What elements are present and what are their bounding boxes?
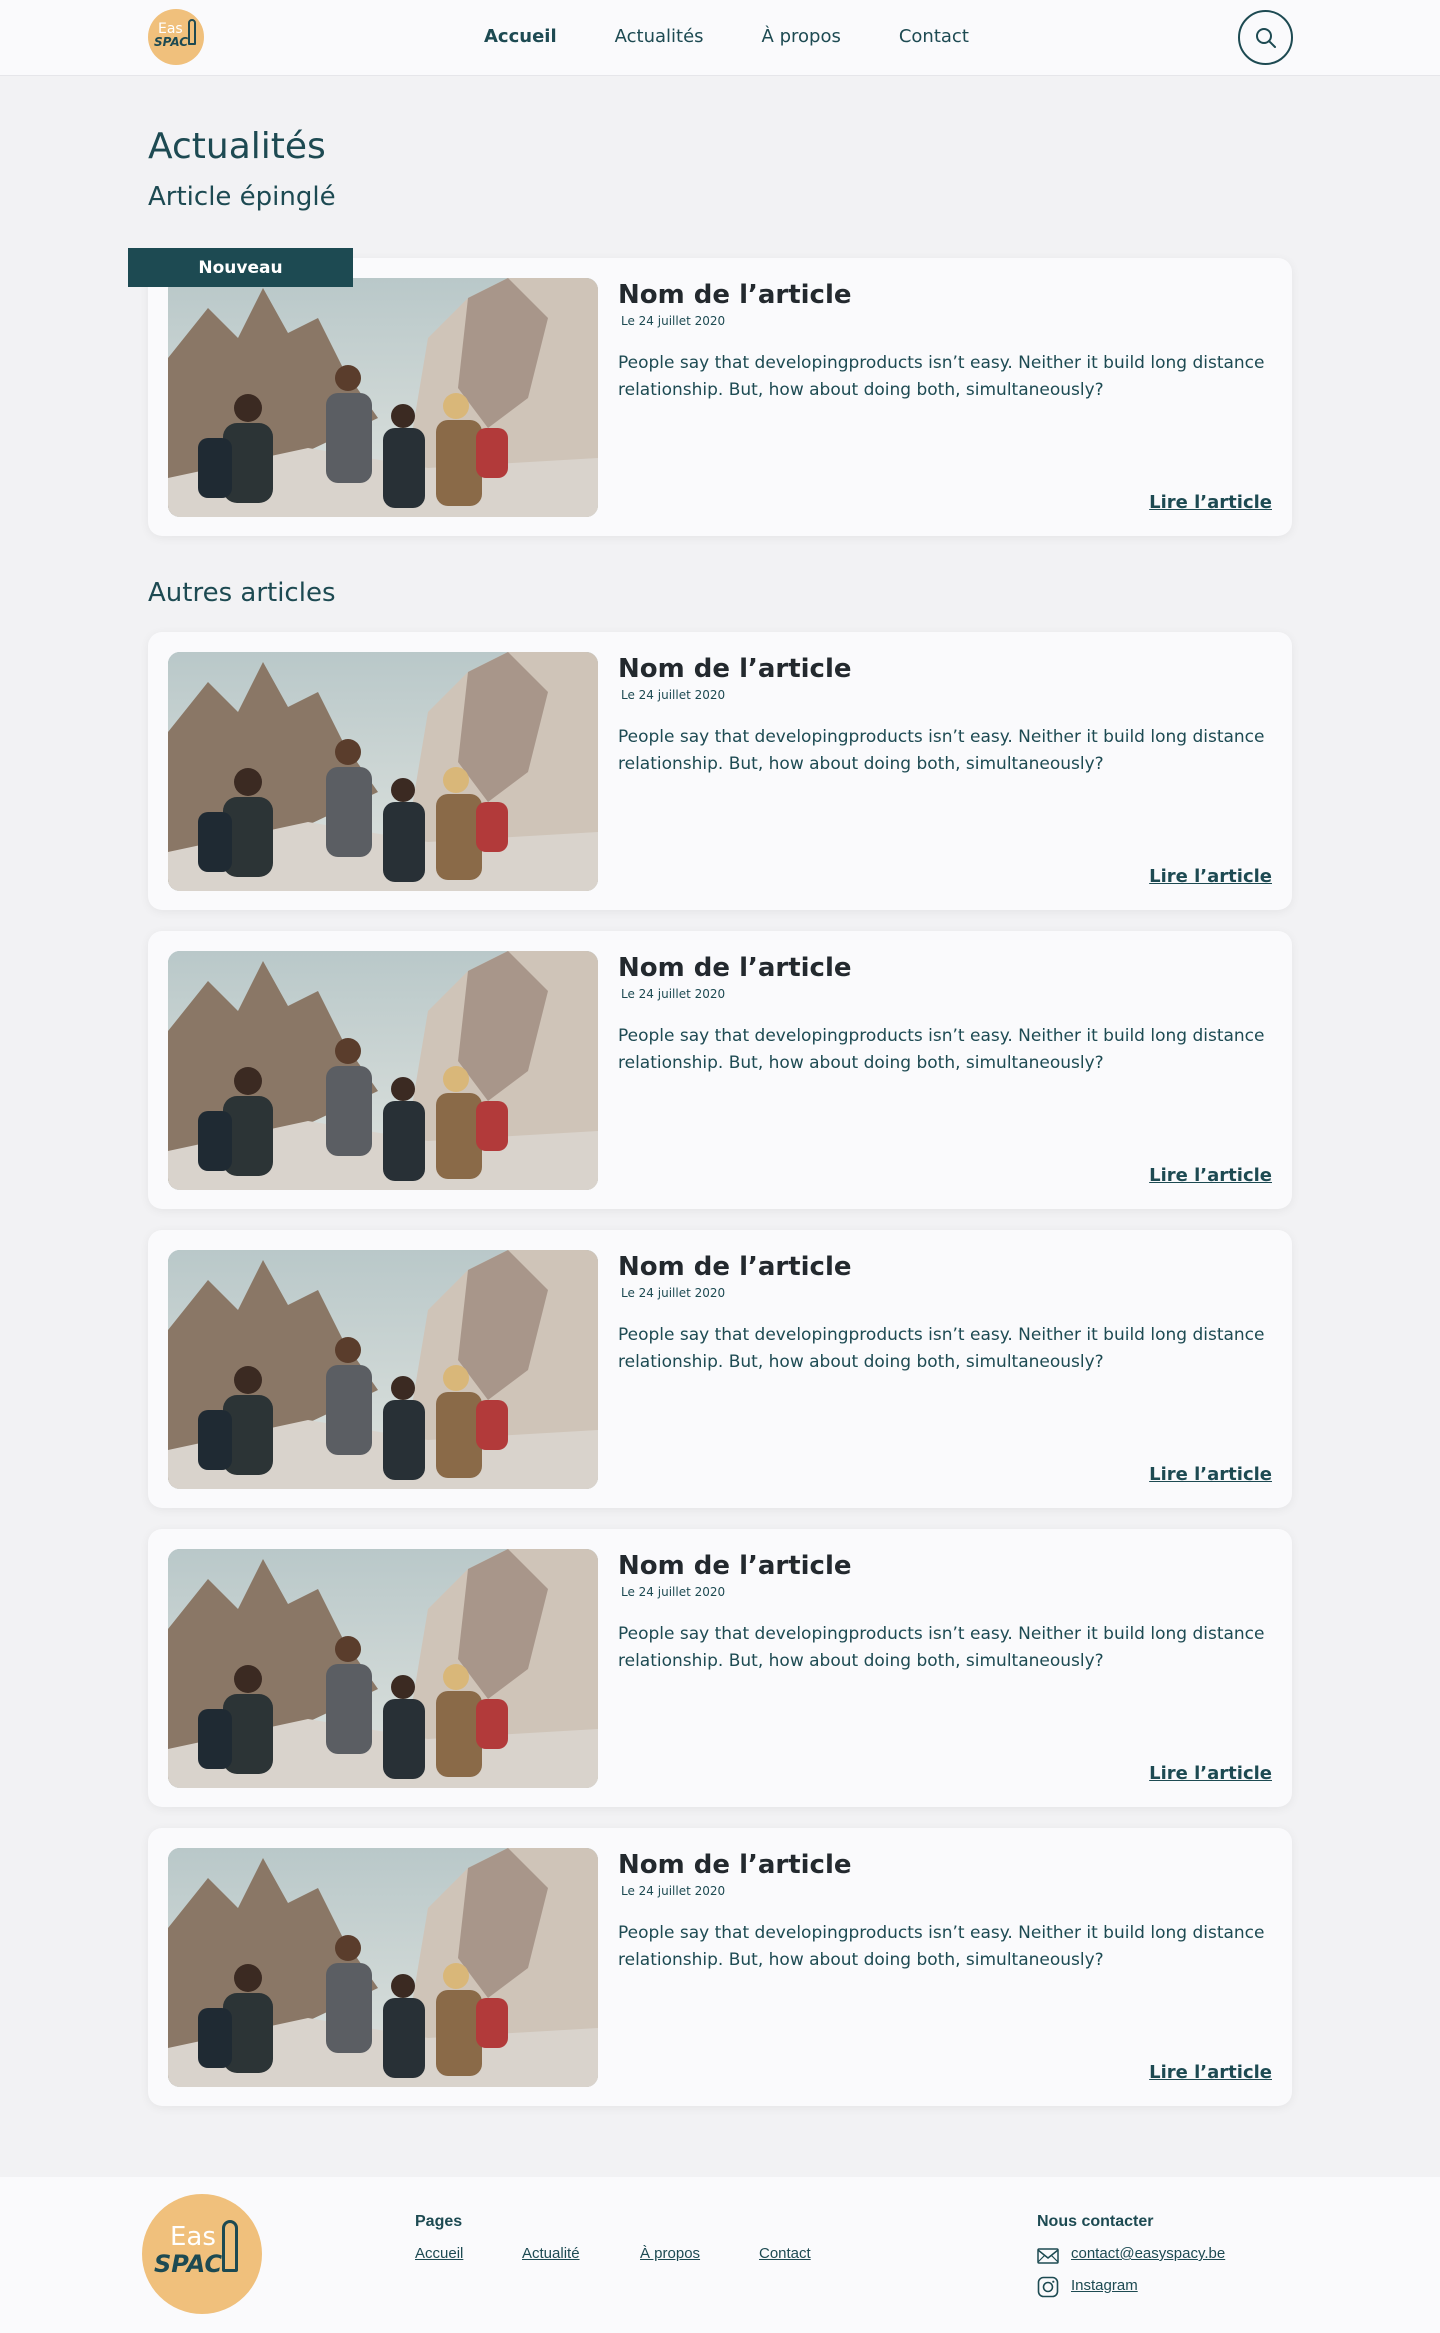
read-article-link[interactable]: Lire l’article bbox=[1149, 866, 1272, 887]
footer-logo[interactable]: Eas SPAC bbox=[142, 2194, 262, 2314]
read-article-link[interactable]: Lire l’article bbox=[1149, 1165, 1272, 1186]
logo[interactable]: Eas SPAC bbox=[148, 9, 204, 65]
article-image bbox=[168, 652, 598, 891]
article-card: Nom de l’article Le 24 juillet 2020 Peop… bbox=[148, 1828, 1292, 2106]
logo-text-bottom: SPAC bbox=[154, 2250, 223, 2278]
site-header: Eas SPAC Accueil Actualités À propos Con… bbox=[0, 0, 1440, 76]
article-excerpt: People say that developingproducts isn’t… bbox=[618, 1923, 1265, 1970]
article-date: Le 24 juillet 2020 bbox=[621, 1585, 726, 1599]
article-excerpt: People say that developingproducts isn’t… bbox=[618, 353, 1265, 400]
read-article-link[interactable]: Lire l’article bbox=[1149, 1763, 1272, 1784]
logo-text-top: Eas bbox=[170, 2222, 216, 2252]
search-button[interactable] bbox=[1238, 10, 1293, 65]
rocket-icon bbox=[188, 19, 196, 45]
article-image bbox=[168, 951, 598, 1190]
site-footer: Eas SPAC Pages Accueil Actualité À propo… bbox=[0, 2177, 1440, 2333]
article-excerpt: People say that developingproducts isn’t… bbox=[618, 1624, 1265, 1671]
article-date: Le 24 juillet 2020 bbox=[621, 1286, 726, 1300]
article-image bbox=[168, 278, 598, 517]
footer-pages-heading: Pages bbox=[415, 2213, 463, 2230]
article-image bbox=[168, 1549, 598, 1788]
read-article-link[interactable]: Lire l’article bbox=[1149, 1464, 1272, 1485]
search-icon bbox=[1255, 27, 1276, 48]
instagram-icon bbox=[1037, 2276, 1059, 2298]
article-title: Nom de l’article bbox=[618, 1551, 852, 1581]
article-title: Nom de l’article bbox=[618, 1252, 852, 1282]
article-title: Nom de l’article bbox=[618, 953, 852, 983]
article-card-pinned: Nom de l’article Le 24 juillet 2020 Peop… bbox=[148, 258, 1292, 536]
article-date: Le 24 juillet 2020 bbox=[621, 987, 726, 1001]
footer-contact-heading: Nous contacter bbox=[1037, 2213, 1154, 2230]
article-date: Le 24 juillet 2020 bbox=[621, 314, 726, 328]
footer-link-accueil[interactable]: Accueil bbox=[415, 2245, 463, 2262]
article-image bbox=[168, 1250, 598, 1489]
article-excerpt: People say that developingproducts isn’t… bbox=[618, 727, 1265, 774]
article-image bbox=[168, 1848, 598, 2087]
article-title: Nom de l’article bbox=[618, 654, 852, 684]
article-card: Nom de l’article Le 24 juillet 2020 Peop… bbox=[148, 1529, 1292, 1807]
main-nav: Accueil Actualités À propos Contact bbox=[484, 26, 1027, 50]
logo-text-bottom: SPAC bbox=[154, 35, 189, 49]
footer-instagram-link[interactable]: Instagram bbox=[1071, 2277, 1138, 2294]
article-title: Nom de l’article bbox=[618, 1850, 852, 1880]
read-article-link[interactable]: Lire l’article bbox=[1149, 492, 1272, 513]
footer-link-actualite[interactable]: Actualité bbox=[522, 2245, 580, 2262]
new-badge: Nouveau bbox=[128, 248, 353, 287]
mail-icon bbox=[1037, 2248, 1059, 2264]
article-excerpt: People say that developingproducts isn’t… bbox=[618, 1325, 1265, 1372]
footer-email-link[interactable]: contact@easyspacy.be bbox=[1071, 2245, 1225, 2262]
article-card: Nom de l’article Le 24 juillet 2020 Peop… bbox=[148, 1230, 1292, 1508]
footer-link-a-propos[interactable]: À propos bbox=[640, 2245, 700, 2262]
pinned-section-title: Article épinglé bbox=[148, 182, 336, 212]
nav-item-accueil[interactable]: Accueil bbox=[484, 26, 557, 50]
article-excerpt: People say that developingproducts isn’t… bbox=[618, 1026, 1265, 1073]
article-date: Le 24 juillet 2020 bbox=[621, 688, 726, 702]
read-article-link[interactable]: Lire l’article bbox=[1149, 2062, 1272, 2083]
footer-link-contact[interactable]: Contact bbox=[759, 2245, 811, 2262]
page-title: Actualités bbox=[148, 126, 326, 167]
article-date: Le 24 juillet 2020 bbox=[621, 1884, 726, 1898]
article-card: Nom de l’article Le 24 juillet 2020 Peop… bbox=[148, 931, 1292, 1209]
other-articles-section-title: Autres articles bbox=[148, 578, 336, 608]
article-card: Nom de l’article Le 24 juillet 2020 Peop… bbox=[148, 632, 1292, 910]
rocket-icon bbox=[222, 2220, 238, 2272]
nav-item-actualites[interactable]: Actualités bbox=[615, 26, 704, 50]
nav-item-contact[interactable]: Contact bbox=[899, 26, 969, 50]
article-title: Nom de l’article bbox=[618, 280, 852, 310]
nav-item-a-propos[interactable]: À propos bbox=[762, 26, 841, 50]
